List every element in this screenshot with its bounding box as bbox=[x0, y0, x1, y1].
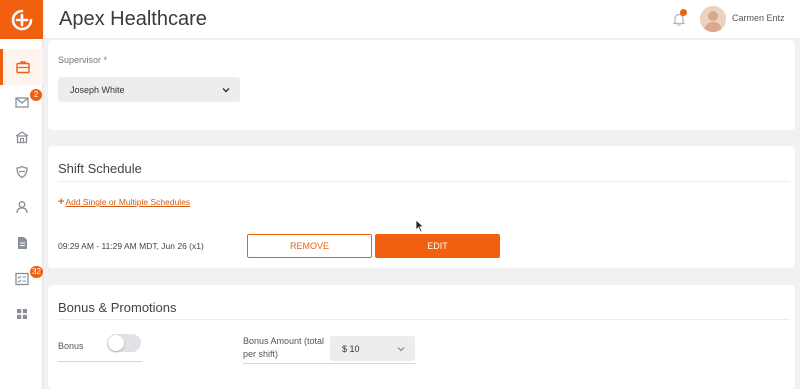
sidebar-item-timesheets[interactable]: 32 bbox=[0, 261, 43, 297]
briefcase-icon bbox=[16, 61, 30, 74]
toggle-knob bbox=[108, 335, 124, 351]
shift-schedule-title: Shift Schedule bbox=[58, 161, 142, 176]
bonus-card: Bonus & Promotions Bonus Bonus Amount (t… bbox=[48, 285, 795, 389]
edit-button[interactable]: EDIT bbox=[375, 234, 500, 258]
person-icon bbox=[15, 201, 28, 214]
bonus-toggle[interactable] bbox=[107, 334, 141, 352]
document-icon bbox=[17, 237, 27, 249]
timesheets-badge: 32 bbox=[30, 266, 43, 278]
mouse-cursor-icon bbox=[415, 219, 425, 233]
chevron-down-icon bbox=[222, 87, 230, 92]
plus-logo-icon bbox=[11, 9, 32, 30]
grid-icon bbox=[16, 309, 27, 319]
add-plus-icon: + bbox=[58, 196, 65, 208]
sidebar-item-credentials[interactable] bbox=[0, 154, 43, 190]
bonus-title: Bonus & Promotions bbox=[58, 300, 177, 315]
messages-badge: 2 bbox=[30, 89, 42, 101]
bonus-amount-value: $ 10 bbox=[342, 343, 360, 354]
section-divider bbox=[58, 181, 790, 182]
schedule-entry: 09:29 AM - 11:29 AM MDT, Jun 26 (x1) bbox=[58, 241, 204, 251]
supervisor-value: Joseph White bbox=[70, 84, 125, 95]
user-name[interactable]: Carmen Entz bbox=[732, 13, 785, 23]
field-underline bbox=[58, 361, 142, 362]
sidebar-item-apps[interactable] bbox=[0, 296, 43, 332]
app-logo[interactable] bbox=[0, 0, 43, 39]
sidebar-item-facilities[interactable] bbox=[0, 119, 43, 155]
checklist-icon bbox=[14, 272, 29, 286]
sidebar-item-documents[interactable] bbox=[0, 225, 43, 261]
add-schedule-label: Add Single or Multiple Schedules bbox=[65, 197, 191, 207]
bonus-amount-label-line1: Bonus Amount (total bbox=[243, 336, 325, 346]
app-title: Apex Healthcare bbox=[59, 8, 207, 30]
shift-schedule-card: Shift Schedule +Add Single or Multiple S… bbox=[48, 146, 795, 268]
sidebar-item-jobs[interactable] bbox=[0, 49, 43, 85]
sidebar: 2 32 bbox=[0, 0, 43, 389]
sidebar-item-messages[interactable]: 2 bbox=[0, 84, 43, 120]
bonus-amount-select[interactable]: $ 10 bbox=[330, 336, 415, 361]
sidebar-item-profile[interactable] bbox=[0, 189, 43, 225]
supervisor-label: Supervisor * bbox=[58, 55, 108, 65]
section-divider bbox=[58, 319, 790, 320]
mail-icon bbox=[14, 97, 29, 108]
notification-dot bbox=[680, 9, 687, 16]
bonus-amount-label-line2: per shift) bbox=[243, 349, 279, 359]
shield-icon bbox=[15, 165, 28, 179]
bonus-amount-label: Bonus Amount (total per shift) bbox=[243, 335, 324, 361]
supervisor-select[interactable]: Joseph White bbox=[58, 77, 240, 102]
field-underline bbox=[243, 363, 416, 364]
avatar[interactable] bbox=[700, 6, 726, 32]
building-icon bbox=[15, 131, 28, 144]
bonus-label: Bonus bbox=[58, 341, 84, 351]
avatar-image bbox=[700, 6, 726, 32]
top-header: Apex Healthcare Carmen Entz bbox=[44, 0, 800, 39]
remove-button[interactable]: REMOVE bbox=[247, 234, 372, 258]
add-schedule-link[interactable]: +Add Single or Multiple Schedules bbox=[58, 196, 190, 208]
chevron-down-icon bbox=[397, 346, 405, 351]
supervisor-card: Supervisor * Joseph White bbox=[48, 40, 795, 130]
